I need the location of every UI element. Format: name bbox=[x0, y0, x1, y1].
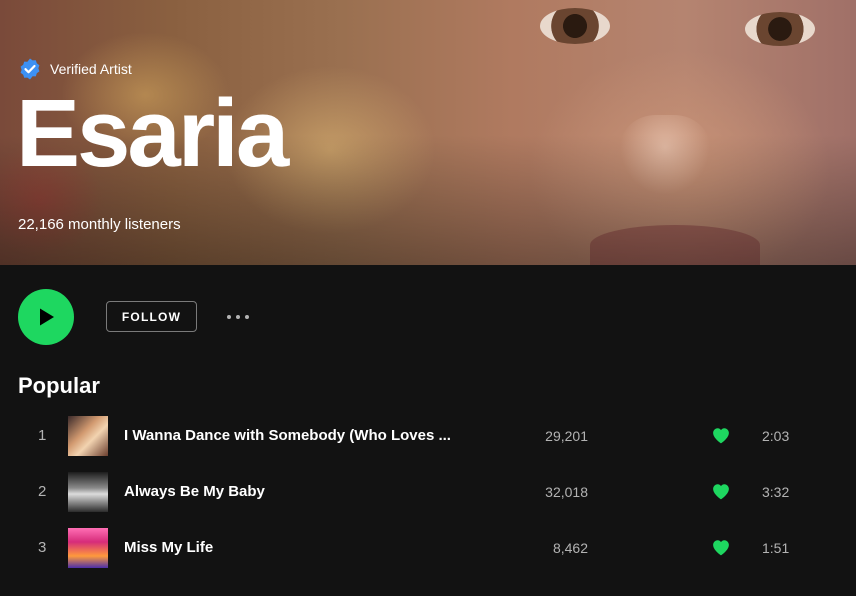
more-horizontal-icon bbox=[245, 315, 249, 319]
track-cover-art bbox=[68, 528, 108, 568]
track-duration: 3:32 bbox=[762, 484, 790, 500]
track-title[interactable]: Miss My Life bbox=[124, 520, 464, 576]
more-options-button[interactable] bbox=[220, 308, 256, 326]
more-horizontal-icon bbox=[227, 315, 231, 319]
monthly-listeners: 22,166 monthly listeners bbox=[18, 216, 181, 233]
play-button[interactable] bbox=[18, 289, 74, 345]
track-play-count: 8,462 bbox=[552, 540, 588, 556]
track-duration: 2:03 bbox=[762, 428, 790, 444]
artist-name: Esaria bbox=[16, 80, 289, 187]
more-horizontal-icon bbox=[236, 315, 240, 319]
popular-section-title: Popular bbox=[18, 373, 100, 398]
hero-photo-detail bbox=[590, 225, 760, 265]
track-title[interactable]: I Wanna Dance with Somebody (Who Loves .… bbox=[124, 408, 464, 464]
track-duration: 1:51 bbox=[762, 540, 790, 556]
heart-icon[interactable] bbox=[712, 427, 730, 444]
action-bar: FOLLOW bbox=[0, 265, 856, 365]
verified-artist-badge: Verified Artist bbox=[18, 57, 132, 81]
hero-photo-detail bbox=[620, 115, 710, 195]
track-row[interactable]: 3 Miss My Life 8,462 1:51 bbox=[0, 520, 856, 576]
track-play-count: 32,018 bbox=[545, 484, 588, 500]
track-index: 1 bbox=[38, 427, 47, 444]
popular-tracks-list: 1 I Wanna Dance with Somebody (Who Loves… bbox=[0, 408, 856, 576]
artist-header-image: Verified Artist Esaria 22,166 monthly li… bbox=[0, 0, 856, 265]
track-row[interactable]: 2 Always Be My Baby 32,018 3:32 bbox=[0, 464, 856, 520]
hero-photo-detail bbox=[745, 12, 815, 46]
heart-icon[interactable] bbox=[712, 539, 730, 556]
track-index: 3 bbox=[38, 539, 47, 556]
verified-badge-icon bbox=[20, 58, 40, 80]
track-index: 2 bbox=[38, 483, 47, 500]
hero-photo-detail bbox=[540, 8, 610, 44]
track-play-count: 29,201 bbox=[545, 428, 588, 444]
follow-button[interactable]: FOLLOW bbox=[106, 301, 197, 332]
track-row[interactable]: 1 I Wanna Dance with Somebody (Who Loves… bbox=[0, 408, 856, 464]
heart-icon[interactable] bbox=[712, 483, 730, 500]
play-icon bbox=[40, 308, 54, 326]
track-cover-art bbox=[68, 472, 108, 512]
track-cover-art bbox=[68, 416, 108, 456]
track-title[interactable]: Always Be My Baby bbox=[124, 464, 464, 520]
verified-artist-label: Verified Artist bbox=[50, 61, 132, 77]
